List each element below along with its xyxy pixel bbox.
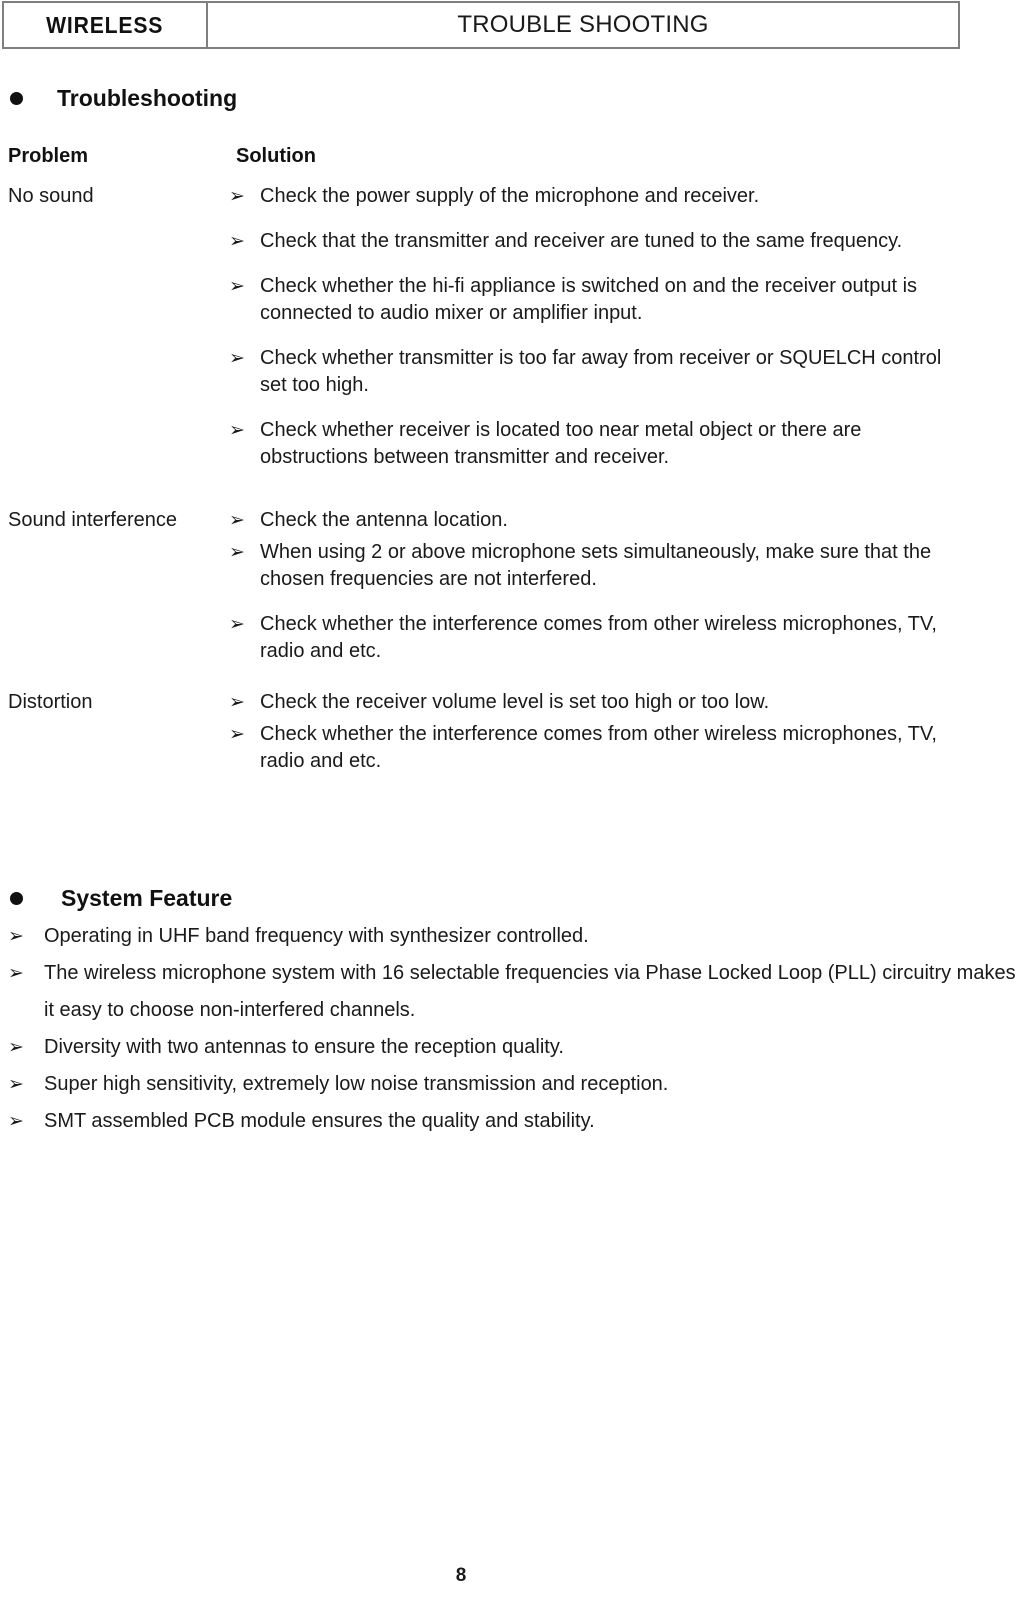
arrow-bullet-icon: ➢ xyxy=(8,1037,24,1058)
list-item-text: Check whether transmitter is too far awa… xyxy=(260,347,942,396)
table-row: No sound ➢ Check the power supply of the… xyxy=(0,183,1022,471)
solution-list: ➢ Check the power supply of the micropho… xyxy=(229,183,1022,471)
section-heading-label: System Feature xyxy=(61,885,233,911)
arrow-bullet-icon: ➢ xyxy=(8,1111,24,1132)
list-item: ➢ Check that the transmitter and receive… xyxy=(229,228,966,255)
page-number: 8 xyxy=(455,1565,467,1586)
header-title-cell: TROUBLE SHOOTING xyxy=(208,3,958,47)
arrow-bullet-icon: ➢ xyxy=(229,276,245,297)
list-item-text: The wireless microphone system with 16 s… xyxy=(44,962,1016,1021)
list-item: ➢ The wireless microphone system with 16… xyxy=(8,955,1022,1029)
list-item: ➢ Check whether the interference comes f… xyxy=(229,611,966,665)
bullet-disc-icon xyxy=(10,92,23,105)
arrow-bullet-icon: ➢ xyxy=(229,692,245,713)
arrow-bullet-icon: ➢ xyxy=(8,963,24,984)
arrow-bullet-icon: ➢ xyxy=(229,614,245,635)
page-title: TROUBLE SHOOTING xyxy=(457,11,709,38)
brand-label: WIRELESS xyxy=(46,11,164,38)
table-row: Distortion ➢ Check the receiver volume l… xyxy=(0,689,1022,775)
problem-label: Sound interference xyxy=(8,509,178,531)
row-spacer xyxy=(0,665,1022,689)
arrow-bullet-icon: ➢ xyxy=(229,348,245,369)
list-item-text: Check whether receiver is located too ne… xyxy=(260,419,862,468)
arrow-bullet-icon: ➢ xyxy=(8,926,24,947)
list-item-text: Operating in UHF band frequency with syn… xyxy=(44,925,589,947)
bullet-disc-icon xyxy=(10,892,23,905)
list-item-text: SMT assembled PCB module ensures the qua… xyxy=(44,1110,595,1132)
arrow-bullet-icon: ➢ xyxy=(229,231,245,252)
solution-list: ➢ Check the receiver volume level is set… xyxy=(229,689,1022,775)
header-brand-cell: WIRELESS xyxy=(4,3,208,47)
list-item: ➢ Diversity with two antennas to ensure … xyxy=(8,1029,1022,1066)
list-item-text: Check whether the hi-fi appliance is swi… xyxy=(260,275,918,324)
row-spacer xyxy=(0,471,1022,507)
solution-list: ➢ Check the antenna location. ➢ When usi… xyxy=(229,507,1022,665)
list-item: ➢ When using 2 or above microphone sets … xyxy=(229,539,966,593)
list-item-text: Diversity with two antennas to ensure th… xyxy=(44,1036,564,1058)
list-item: ➢ SMT assembled PCB module ensures the q… xyxy=(8,1103,1022,1140)
list-item: ➢ Check whether transmitter is too far a… xyxy=(229,345,966,399)
section-heading-troubleshooting: Troubleshooting xyxy=(10,85,237,112)
list-item-text: Check that the transmitter and receiver … xyxy=(260,230,903,252)
list-item-text: Check whether the interference comes fro… xyxy=(260,723,937,772)
list-item-text: Check the power supply of the microphone… xyxy=(260,185,760,207)
list-item: ➢ Check whether the interference comes f… xyxy=(229,721,966,775)
list-item: ➢ Check the antenna location. xyxy=(229,507,966,534)
arrow-bullet-icon: ➢ xyxy=(229,724,245,745)
page-header: WIRELESS TROUBLE SHOOTING xyxy=(2,1,960,49)
column-header-solution: Solution xyxy=(236,145,316,167)
problem-label: No sound xyxy=(8,185,94,207)
system-feature-list: ➢ Operating in UHF band frequency with s… xyxy=(8,918,1022,1140)
column-header-problem: Problem xyxy=(8,145,89,167)
arrow-bullet-icon: ➢ xyxy=(229,542,245,563)
list-item-text: Check whether the interference comes fro… xyxy=(260,613,937,662)
arrow-bullet-icon: ➢ xyxy=(229,420,245,441)
arrow-bullet-icon: ➢ xyxy=(229,510,245,531)
troubleshooting-table: No sound ➢ Check the power supply of the… xyxy=(0,183,1022,775)
problem-label: Distortion xyxy=(8,691,93,713)
list-item-text: Check the receiver volume level is set t… xyxy=(260,691,770,713)
list-item: ➢ Operating in UHF band frequency with s… xyxy=(8,918,1022,955)
section-heading-system-feature: System Feature xyxy=(10,885,232,912)
table-row: Sound interference ➢ Check the antenna l… xyxy=(0,507,1022,665)
list-item-text: When using 2 or above microphone sets si… xyxy=(260,541,932,590)
arrow-bullet-icon: ➢ xyxy=(8,1074,24,1095)
list-item: ➢ Check the receiver volume level is set… xyxy=(229,689,966,716)
arrow-bullet-icon: ➢ xyxy=(229,186,245,207)
list-item-text: Super high sensitivity, extremely low no… xyxy=(44,1073,669,1095)
list-item: ➢ Check whether receiver is located too … xyxy=(229,417,966,471)
list-item: ➢ Check the power supply of the micropho… xyxy=(229,183,966,210)
list-item-text: Check the antenna location. xyxy=(260,509,508,531)
list-item: ➢ Super high sensitivity, extremely low … xyxy=(8,1066,1022,1103)
section-heading-label: Troubleshooting xyxy=(57,85,238,111)
list-item: ➢ Check whether the hi-fi appliance is s… xyxy=(229,273,966,327)
document-page: WIRELESS TROUBLE SHOOTING Troubleshootin… xyxy=(0,0,1022,1608)
